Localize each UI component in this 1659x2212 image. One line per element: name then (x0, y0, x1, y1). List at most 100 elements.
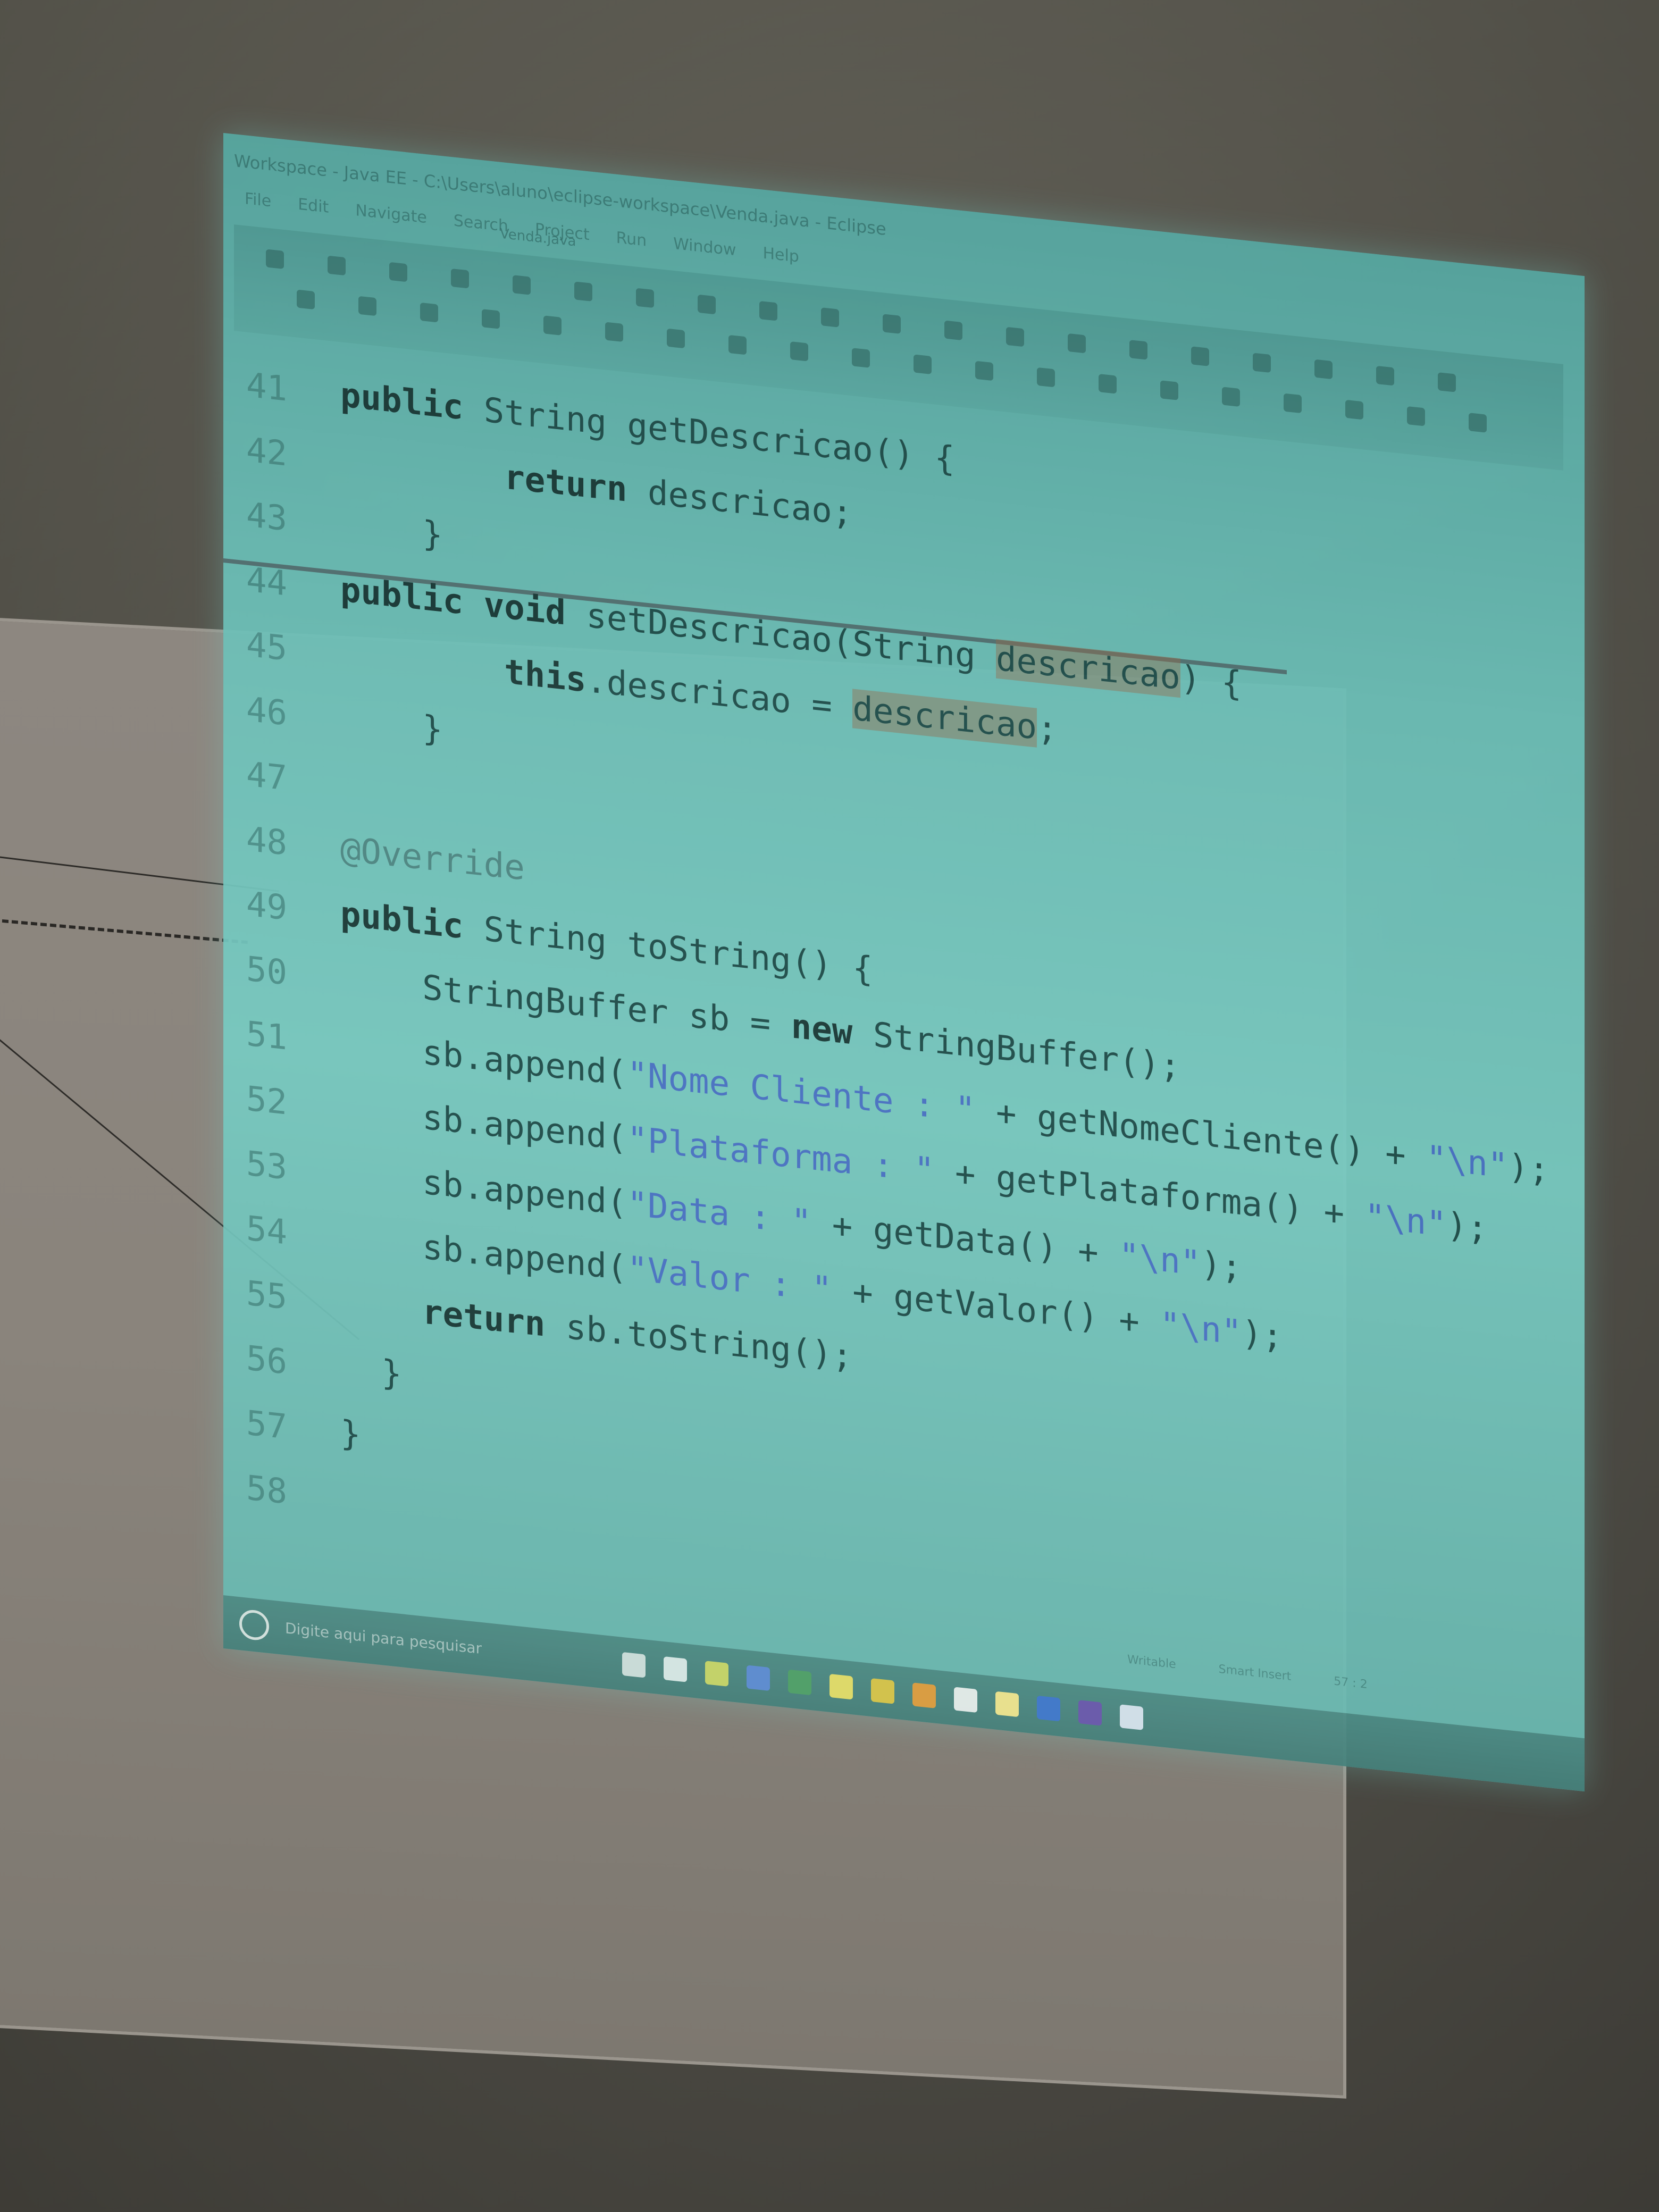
code-token: @Override (340, 830, 525, 889)
toolbar-icon[interactable] (728, 334, 747, 355)
code-token: } (340, 700, 443, 750)
settings-icon[interactable] (954, 1687, 977, 1713)
line-number: 50 (246, 949, 287, 993)
menu-item-edit[interactable]: Edit (298, 189, 329, 224)
code-token: "Plataforma : " (627, 1119, 935, 1191)
toolbar-icon[interactable] (975, 361, 993, 381)
store-icon[interactable] (747, 1665, 770, 1691)
line-number: 49 (246, 884, 287, 928)
notepad-icon[interactable] (995, 1691, 1019, 1717)
toolbar-icon[interactable] (1160, 380, 1178, 400)
chrome-icon[interactable] (871, 1678, 894, 1704)
line-number: 54 (246, 1209, 287, 1253)
code-token: "\n" (1364, 1196, 1447, 1245)
code-token: "Valor : " (627, 1249, 832, 1310)
toolbar-icon[interactable] (1407, 406, 1425, 426)
toolbar-icon[interactable] (605, 322, 623, 342)
toolbar-icon[interactable] (636, 288, 654, 308)
toolbar-icon[interactable] (543, 315, 562, 336)
line-number: 45 (246, 625, 287, 669)
code-text: } (340, 498, 443, 562)
firefox-icon[interactable] (912, 1682, 936, 1708)
code-token: } (340, 1348, 402, 1395)
code-token: ); (1446, 1205, 1488, 1249)
line-number: 52 (246, 1079, 287, 1123)
line-number: 44 (246, 560, 287, 604)
toolbar-icon[interactable] (482, 309, 500, 329)
status-item: 57 : 2 (1334, 1674, 1368, 1692)
code-token: ); (1201, 1244, 1242, 1288)
code-token: descricao (996, 639, 1180, 698)
code-token: sb.append( (340, 1089, 627, 1159)
toolbar-icon[interactable] (513, 275, 531, 295)
toolbar-icon[interactable] (1345, 399, 1363, 420)
code-token: "\n" (1160, 1305, 1242, 1353)
file-explorer-icon[interactable] (705, 1661, 728, 1687)
toolbar-icon[interactable] (1314, 359, 1333, 380)
line-number: 57 (246, 1403, 287, 1447)
toolbar-icon[interactable] (759, 300, 777, 321)
toolbar-icon[interactable] (1469, 413, 1487, 433)
toolbar-icon[interactable] (266, 249, 284, 269)
line-number: 56 (246, 1338, 287, 1382)
code-token: ); (1242, 1313, 1283, 1358)
notes-icon[interactable] (830, 1673, 853, 1700)
toolbar-icon[interactable] (389, 262, 407, 282)
toolbar-icon[interactable] (698, 294, 716, 315)
toolbar-icon[interactable] (944, 320, 962, 341)
photo-scene: Workspace - Java EE - C:\Users\aluno\ecl… (0, 0, 1659, 2212)
search-icon[interactable] (664, 1656, 687, 1682)
projected-screen: Workspace - Java EE - C:\Users\aluno\ecl… (223, 133, 1585, 1792)
toolbar-icon[interactable] (1222, 387, 1240, 407)
toolbar-icon[interactable] (1129, 340, 1147, 360)
code-token: new (791, 1007, 853, 1053)
cortana-icon[interactable] (239, 1608, 269, 1642)
app-icon[interactable] (1120, 1704, 1143, 1730)
toolbar-icon[interactable] (852, 348, 870, 368)
code-text: } (340, 693, 443, 757)
vscode-icon[interactable] (1037, 1695, 1060, 1722)
eclipse-icon[interactable] (1078, 1700, 1102, 1726)
menu-item-file[interactable]: File (245, 183, 271, 217)
toolbar-icon[interactable] (1037, 367, 1055, 388)
code-token: sb.append( (340, 1024, 627, 1094)
toolbar-icon[interactable] (821, 307, 839, 328)
toolbar-icon[interactable] (574, 281, 592, 301)
code-editor[interactable]: 41 public String getDescricao() {42 retur… (223, 356, 1585, 1722)
code-token: + getData() + (811, 1203, 1119, 1276)
toolbar-icon[interactable] (667, 328, 685, 349)
toolbar-icon[interactable] (1376, 365, 1394, 386)
toolbar-icon[interactable] (1006, 326, 1024, 347)
code-token: sb.append( (340, 1219, 627, 1288)
toolbar-icon[interactable] (451, 268, 469, 289)
line-number: 47 (246, 755, 287, 799)
line-number: 42 (246, 430, 287, 474)
toolbar-icon[interactable] (420, 302, 438, 323)
toolbar-icon[interactable] (358, 296, 376, 316)
toolbar-icon[interactable] (1284, 393, 1302, 414)
toolbar-icon[interactable] (1068, 333, 1086, 354)
toolbar-icon[interactable] (1438, 372, 1456, 392)
line-number: 58 (246, 1468, 287, 1512)
code-token: sb.toString(); (545, 1305, 853, 1377)
toolbar-icon[interactable] (1099, 374, 1117, 394)
toolbar-icon[interactable] (914, 354, 932, 374)
toolbar-icon[interactable] (1191, 346, 1209, 366)
code-token: public (340, 894, 464, 947)
menu-item-navigate[interactable]: Navigate (355, 195, 427, 234)
status-item: Writable (1127, 1653, 1176, 1672)
code-token: ) { (1180, 658, 1242, 705)
code-text: } (340, 1342, 402, 1401)
toolbar-icon[interactable] (883, 314, 901, 334)
toolbar-icon[interactable] (790, 341, 808, 362)
excel-icon[interactable] (788, 1669, 811, 1696)
menu-item-help[interactable]: Help (763, 238, 799, 273)
toolbar-icon[interactable] (1253, 353, 1271, 373)
toolbar-icon[interactable] (297, 289, 315, 310)
task-view-icon[interactable] (622, 1652, 646, 1678)
toolbar-icon[interactable] (328, 255, 346, 276)
menu-item-window[interactable]: Window (673, 228, 736, 266)
code-token: public void (340, 570, 566, 633)
code-token: descricao; (627, 470, 853, 534)
